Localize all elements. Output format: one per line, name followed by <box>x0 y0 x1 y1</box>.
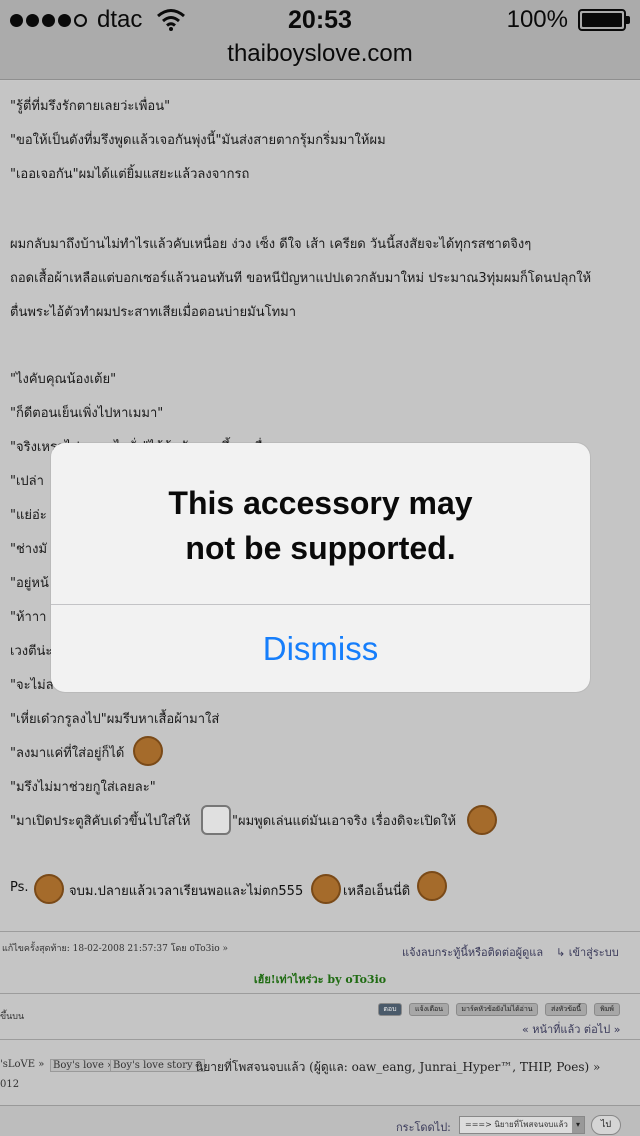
battery-percent: 100% <box>506 6 568 33</box>
signature: เฮ้ย!เท่าไหร่วะ by oTo3io <box>253 973 387 986</box>
status-bar: dtac 20:53 100% <box>0 0 640 40</box>
story-line: "ห้าาา <box>10 610 47 625</box>
url-text[interactable]: thaiboyslove.com <box>0 40 640 68</box>
chevron-down-icon: ▾ <box>572 1117 584 1133</box>
story-line: ตื่นพระไอ้ตัวทำผมประสาทเสียเมื่อตอนบ่ายม… <box>10 305 297 320</box>
story-line: "ผมพูดเล่นแต่มันเอาจริง เรื่องดิจะเปิดให… <box>232 814 457 829</box>
board-title[interactable]: นิยายที่โพสจนจบแล้ว (ผู้ดูแล: oaw_eang, … <box>195 1058 600 1077</box>
reply-button[interactable]: ตอบ <box>378 1003 402 1016</box>
go-button[interactable]: ไป <box>591 1115 621 1135</box>
divider <box>0 1039 640 1040</box>
monkey-emoticon-icon <box>311 874 341 904</box>
accessory-alert: This accessory may not be supported. Dis… <box>51 443 590 692</box>
ps-text: จบม.ปลายแล้วเวลาเรียนพอและไม่ตก555 <box>69 884 304 899</box>
board-title-text: นิยายที่โพสจนจบแล้ว <box>195 1060 306 1074</box>
story-line: "ลงมาแค่ที่ใส่อยู่ก็ได้ <box>10 746 125 761</box>
mark-unread-button[interactable]: มาร์คหัวข้อยังไม่ได้อ่าน <box>456 1003 538 1016</box>
top-link[interactable]: ขึ้นบน <box>0 1009 24 1023</box>
jump-select[interactable]: ===> นิยายที่โพสจนจบแล้ว ▾ <box>459 1116 585 1134</box>
year-text: 012 <box>0 1079 20 1090</box>
breadcrumb-item[interactable]: 'sLoVE » <box>0 1059 44 1070</box>
story-line: "มรึงไม่มาช่วยกูใส่เลยละ" <box>10 780 156 795</box>
ps-suffix: เหลือเอ็นนี่ดิ <box>343 884 411 899</box>
story-line: "เปล่า <box>10 474 44 489</box>
login-label: เข้าสู่ระบบ <box>568 946 619 959</box>
alert-message: This accessory may not be supported. <box>168 485 473 566</box>
breadcrumb-item[interactable]: Boy's love story » <box>110 1059 205 1072</box>
divider <box>0 993 640 994</box>
face-emoticon-icon <box>201 805 231 835</box>
address-bar[interactable]: thaiboyslove.com <box>0 40 640 80</box>
battery-icon <box>578 9 630 31</box>
divider <box>0 931 640 932</box>
monkey-emoticon-icon <box>417 871 447 901</box>
story-line: "จะไม่ล <box>10 678 54 693</box>
breadcrumb-item[interactable]: Boy's love » <box>50 1059 117 1072</box>
monkey-emoticon-icon <box>467 805 497 835</box>
moderators-prefix: (ผู้ดูแล: <box>309 1060 352 1074</box>
pager[interactable]: « หน้าที่แล้ว ต่อไป » <box>522 1020 620 1038</box>
story-line: "ไงคับคุณน้องเต้ย" <box>10 372 117 387</box>
dismiss-button[interactable]: Dismiss <box>51 605 590 692</box>
battery-area: 100% <box>506 6 630 34</box>
story-line: "ก็ดีตอนเย็นเพิ่งไปหาเมมา" <box>10 406 164 421</box>
monkey-emoticon-icon <box>34 874 64 904</box>
story-line: "ขอให้เป็นดังที่มรึงพูดแล้วเจอกันพุ่งนี้… <box>10 133 386 148</box>
story-line: เวงตีน่ะ <box>10 644 53 659</box>
notify-button[interactable]: แจ้งเตือน <box>409 1003 449 1016</box>
story-line: "เออเจอกัน"ผมได้แต่ยิ้มแสยะแล้วลงจากรถ <box>10 167 250 182</box>
moderators: oaw_eang, Junrai_Hyper™, THIP, Poes) » <box>351 1060 601 1074</box>
jump-select-value: ===> นิยายที่โพสจนจบแล้ว <box>465 1120 568 1129</box>
login-link[interactable]: ↳ เข้าสู่ระบบ <box>556 943 619 961</box>
print-button[interactable]: พิมพ์ <box>594 1003 620 1016</box>
last-edit-note: แก้ไขครั้งสุดท้าย: 18-02-2008 21:57:37 โ… <box>2 944 229 954</box>
jump-bar: กระโดดไป: ===> นิยายที่โพสจนจบแล้ว ▾ ไป <box>0 1105 640 1136</box>
story-line: "อยู่หน้ <box>10 576 49 591</box>
story-line: "แย่อ่ะ <box>10 508 47 523</box>
story-line: ถอดเสื้อผ้าเหลือแต่บอกเซอร์แล้วนอนทันที … <box>10 271 592 286</box>
report-link[interactable]: แจ้งลบกระทู้นี้หรือติดต่อผู้ดูแล <box>402 943 543 961</box>
ps-prefix: Ps. <box>10 880 29 895</box>
story-line: "มาเปิดประตูสิคับเด๋วขึ้นไปใส่ให้ <box>10 814 191 829</box>
story-line: "เหี่ยเด๋วกรูลงไป"ผมรีบหาเสื้อผ้ามาใส่ <box>10 712 220 727</box>
story-line: "ช่างมั <box>10 542 48 557</box>
monkey-emoticon-icon <box>133 736 163 766</box>
story-line: "รู้ตี่ที่มรึงรักตายเลยว่ะเพื่อน" <box>10 99 171 114</box>
send-topic-button[interactable]: ส่งหัวข้อนี้ <box>545 1003 587 1016</box>
jump-label: กระโดดไป: <box>396 1121 451 1134</box>
story-line: ผมกลับมาถึงบ้านไม่ทำไรแล้วคับเหนื่อย ง่ว… <box>10 237 532 252</box>
